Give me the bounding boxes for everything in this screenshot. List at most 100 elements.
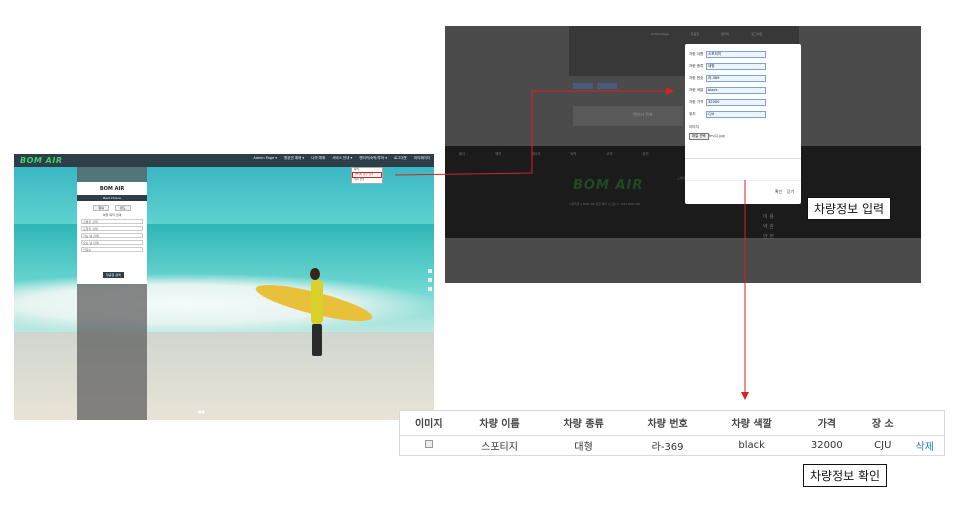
cell-car-number: 라-369 xyxy=(651,441,684,453)
file-status: fm(1).jpg xyxy=(709,134,725,138)
car-type-label: 차량 종류 xyxy=(689,64,704,68)
twitter-icon[interactable] xyxy=(428,278,432,282)
page-button-1[interactable] xyxy=(573,83,593,89)
instagram-icon[interactable] xyxy=(428,287,432,291)
rental-dropdown-menu: 숙박 렌터카 정보 입력 게시 정보 xyxy=(351,167,383,184)
nav-item-my-booking[interactable]: 나의 예매 xyxy=(311,156,325,161)
surfer-legs-image xyxy=(312,324,322,356)
broken-image-icon xyxy=(424,439,433,448)
form-title: BOM AIR xyxy=(99,186,125,192)
nav-item-service[interactable]: 서비스 안내 ▾ xyxy=(332,156,352,161)
depart-date-input[interactable]: 가는 날 선택 xyxy=(81,233,143,238)
modal-divider xyxy=(685,158,801,159)
col-car-type: 차량 종류 xyxy=(541,411,626,436)
facebook-icon[interactable] xyxy=(428,269,432,273)
dropdown-item-post[interactable]: 게시 정보 xyxy=(352,178,382,182)
form-subtitle: 여행 목적 선택 xyxy=(102,213,122,217)
top-link-logout[interactable]: 로그아웃 xyxy=(751,32,762,36)
footer-nav-4[interactable]: 숙박 xyxy=(570,151,576,156)
car-type-input[interactable]: 대형 xyxy=(706,63,766,70)
nav-item-logout[interactable]: 로그아웃 xyxy=(394,156,407,161)
top-link-flight[interactable]: 항공권 xyxy=(691,32,699,36)
car-number-row: 차량 번호 라-369 xyxy=(689,75,766,82)
social-icons xyxy=(428,269,432,291)
form-banner: Best Choice xyxy=(77,195,147,201)
cell-price: 32000 xyxy=(810,439,843,451)
page-button-2[interactable] xyxy=(597,83,617,89)
arrival-select[interactable]: 도착지 선택 xyxy=(81,226,143,231)
car-color-label: 차량 색깔 xyxy=(689,88,704,92)
footer-link-1[interactable]: 이 용 xyxy=(763,212,774,222)
nav-item-admin[interactable]: Admin Page ▾ xyxy=(253,156,277,161)
flight-search-button[interactable]: 항공권 검색 xyxy=(103,272,124,278)
car-name-row: 차량 이름 스포티지 xyxy=(689,51,766,58)
cell-place: CJU xyxy=(874,439,892,451)
nav-item-booking[interactable]: 항공권 예매 ▾ xyxy=(284,156,304,161)
car-name-input[interactable]: 스포티지 xyxy=(706,51,766,58)
modal-footer-divider xyxy=(685,180,801,181)
car-number-input[interactable]: 라-369 xyxy=(706,75,766,82)
trip-type-buttons: 왕복 편도 xyxy=(77,205,147,211)
table-row: 스포티지 대형 라-369 black 32000 CJU 삭제 xyxy=(400,435,944,455)
delete-link[interactable]: 삭제 xyxy=(906,435,944,455)
surfer-head-image xyxy=(310,268,320,280)
cell-image xyxy=(400,435,458,455)
col-place: 장 소 xyxy=(859,411,906,436)
cell-car-type: 대형 xyxy=(574,441,593,453)
passenger-count-input[interactable]: 인원수 xyxy=(81,247,143,252)
footer-links: 이 용 약 관 안 전 xyxy=(763,212,774,242)
car-color-input[interactable]: black xyxy=(706,87,766,94)
middle-text: 렌터카 목록 xyxy=(633,112,653,117)
brand-logo[interactable]: BOM AIR xyxy=(20,156,62,165)
car-name-label: 차량 이름 xyxy=(689,52,704,56)
footer-nav: 회사 예약 렌터카 숙박 고객 공지 xyxy=(459,151,649,156)
landing-page-screenshot: BOM AIR Admin Page ▾ 항공권 예매 ▾ 나의 예매 서비스 … xyxy=(14,154,434,420)
callout-car-input: 차량정보 입력 xyxy=(807,197,892,220)
car-price-input[interactable]: 32000 xyxy=(706,99,766,106)
nav-item-rental[interactable]: 렌터카/숙박/투어 ▾ xyxy=(359,156,387,161)
footer-nav-5[interactable]: 고객 xyxy=(606,151,612,156)
callout-car-confirm: 차량정보 확인 xyxy=(803,464,888,487)
surfer-body-image xyxy=(311,280,323,324)
nav-menu: Admin Page ▾ 항공권 예매 ▾ 나의 예매 서비스 안내 ▾ 렌터카… xyxy=(253,156,430,161)
col-car-color: 차량 색깔 xyxy=(709,411,794,436)
footer-nav-2[interactable]: 예약 xyxy=(495,151,501,156)
car-number-label: 차량 번호 xyxy=(689,76,704,80)
footer-info: 서울특별시 BOM AIR 항공 예약 시스템 © 2019 BOM AIR xyxy=(569,202,641,206)
nav-item-mypage[interactable]: 마이페이지 xyxy=(414,156,430,161)
modal-close-button[interactable]: 닫기 xyxy=(787,189,794,195)
footer-logo: BOM AIR xyxy=(573,178,644,193)
footer-nav-3[interactable]: 렌터카 xyxy=(531,151,540,156)
file-select-button[interactable]: 파일 선택 xyxy=(689,133,709,140)
car-location-label: 위치 xyxy=(689,112,696,116)
footer-link-2[interactable]: 약 관 xyxy=(763,222,774,232)
middle-panel xyxy=(573,106,683,126)
top-link-rental[interactable]: 렌터카 xyxy=(721,32,729,36)
footer-link-3[interactable]: 안 전 xyxy=(763,232,774,242)
car-location-row: 위치 CJU xyxy=(689,111,766,118)
top-links: Admin Page 항공권 렌터카 로그아웃 xyxy=(651,32,762,36)
image-label: 이미지 xyxy=(689,125,699,129)
car-list-table: 이미지 차량 이름 차량 종류 차량 번호 차량 색깔 가격 장 소 스포티지 … xyxy=(399,410,945,456)
car-type-row: 차량 종류 대형 xyxy=(689,63,766,70)
col-action xyxy=(905,411,944,436)
col-image: 이미지 xyxy=(400,411,458,436)
col-price: 가격 xyxy=(793,411,860,436)
top-link-admin[interactable]: Admin Page xyxy=(651,32,669,36)
departure-select[interactable]: 출발지 선택 xyxy=(81,219,143,224)
round-trip-button[interactable]: 왕복 xyxy=(93,205,109,211)
car-input-modal: 차량 이름 스포티지 차량 종류 대형 차량 번호 라-369 차량 색깔 bl… xyxy=(685,44,801,204)
modal-confirm-button[interactable]: 확인 xyxy=(775,189,782,195)
top-navbar: BOM AIR Admin Page ▾ 항공권 예매 ▾ 나의 예매 서비스 … xyxy=(14,154,434,167)
footer-nav-6[interactable]: 공지 xyxy=(642,151,648,156)
col-car-number: 차량 번호 xyxy=(625,411,710,436)
one-way-button[interactable]: 편도 xyxy=(115,205,131,211)
page-footer xyxy=(445,146,921,238)
cell-car-name: 스포티지 xyxy=(481,441,518,453)
flight-search-form: BOM AIR Best Choice 왕복 편도 여행 목적 선택 출발지 선… xyxy=(77,182,147,284)
footer-nav-1[interactable]: 회사 xyxy=(459,151,465,156)
carousel-dots[interactable]: ●● xyxy=(198,409,205,414)
return-date-input[interactable]: 오는 날 선택 xyxy=(81,240,143,245)
car-price-row: 차량 가격 32000 xyxy=(689,99,766,106)
car-location-input[interactable]: CJU xyxy=(706,111,766,118)
